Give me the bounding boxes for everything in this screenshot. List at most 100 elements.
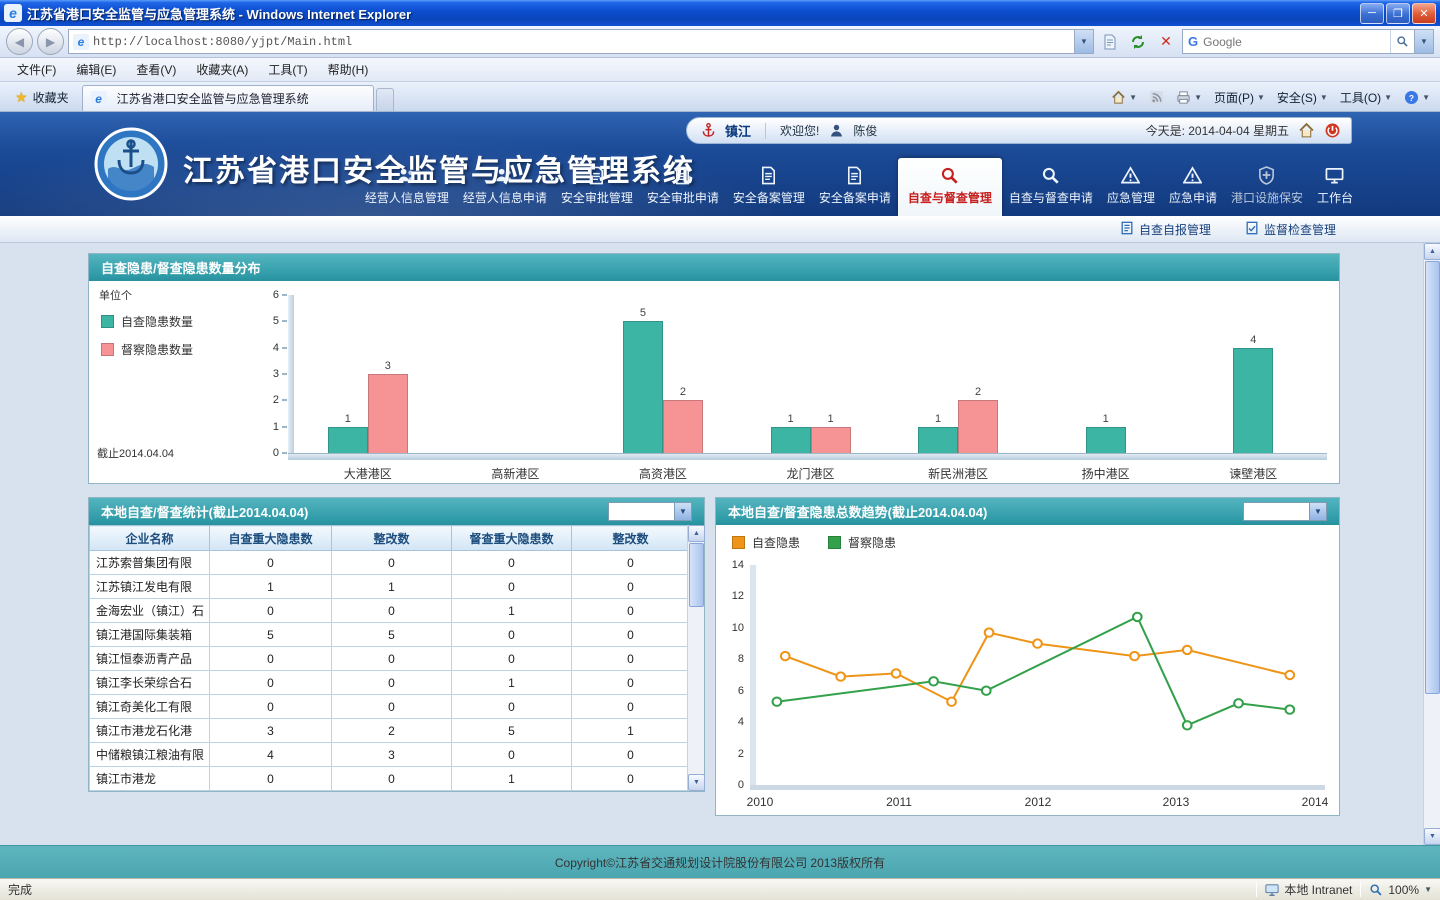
menubar-item-2[interactable]: 编辑(E) — [67, 58, 125, 81]
table-row[interactable]: 镇江恒泰沥青产品0000 — [90, 647, 690, 671]
table-cell: 0 — [452, 575, 572, 599]
magnifier-icon — [1041, 166, 1060, 185]
data-point-marker — [1285, 671, 1294, 679]
favorites-button[interactable]: ★ 收藏夹 — [6, 84, 78, 111]
content-area: 自查隐患/督查隐患数量分布 单位个 自查隐患数量督察隐患数量 截止2014.04… — [0, 243, 1440, 845]
scroll-up-button[interactable]: ▲ — [1424, 243, 1440, 260]
nav-item-2[interactable]: 经营人信息申请 — [456, 160, 554, 216]
search-magnifier-icon[interactable] — [1390, 30, 1414, 53]
trend-filter-dropdown[interactable]: ▼ — [1243, 502, 1327, 521]
menubar-item-4[interactable]: 收藏夹(A) — [187, 58, 257, 81]
nav-item-4[interactable]: 安全审批申请 — [640, 160, 726, 216]
table-row[interactable]: 金海宏业（镇江）石0010 — [90, 599, 690, 623]
chevron-down-icon: ▼ — [1129, 93, 1137, 102]
date-label: 今天是: — [1146, 124, 1185, 138]
table-row[interactable]: 中储粮镇江粮油有限4300 — [90, 743, 690, 767]
refresh-button[interactable] — [1126, 30, 1150, 54]
table-cell: 江苏索普集团有限 — [90, 551, 210, 575]
nav-item-9[interactable]: 应急管理 — [1100, 160, 1162, 216]
forward-button[interactable]: ▶ — [37, 28, 64, 55]
titlebar: e 江苏省港口安全监管与应急管理系统 - Windows Internet Ex… — [0, 0, 1440, 26]
table-filter-dropdown[interactable]: ▼ — [608, 502, 692, 521]
scrollbar-thumb[interactable] — [1425, 261, 1440, 694]
zoom-control[interactable]: 100% ▼ — [1369, 883, 1432, 897]
feed-icon[interactable] — [1149, 90, 1164, 105]
tools-menu[interactable]: 工具(O) ▼ — [1340, 89, 1392, 106]
chevron-down-icon: ▼ — [1257, 93, 1265, 102]
data-point-marker — [985, 628, 994, 636]
menubar-item-5[interactable]: 工具(T) — [259, 58, 316, 81]
minimize-button[interactable]: ─ — [1360, 3, 1384, 24]
menubar-item-6[interactable]: 帮助(H) — [319, 58, 378, 81]
scrollbar-thumb[interactable] — [689, 543, 704, 607]
table-cell: 镇江李长荣综合石 — [90, 671, 210, 695]
document-icon — [759, 166, 778, 185]
nav-item-3[interactable]: 安全审批管理 — [554, 160, 640, 216]
divider — [765, 123, 766, 139]
new-tab-button[interactable] — [376, 88, 394, 111]
print-button[interactable]: ▼ — [1176, 90, 1202, 105]
table-row[interactable]: 江苏镇江发电有限1100 — [90, 575, 690, 599]
nav-item-10[interactable]: 应急申请 — [1162, 160, 1224, 216]
table-column-header: 企业名称 — [90, 526, 210, 551]
page-scrollbar[interactable]: ▲ ▼ — [1423, 243, 1440, 845]
maximize-button[interactable]: ❐ — [1386, 3, 1410, 24]
logout-icon[interactable] — [1323, 122, 1341, 140]
table-scrollbar[interactable]: ▲ ▼ — [687, 525, 704, 791]
home-shortcut-icon[interactable] — [1297, 122, 1315, 140]
table-cell: 4 — [210, 743, 332, 767]
menubar-item-1[interactable]: 文件(F) — [8, 58, 65, 81]
scroll-up-button[interactable]: ▲ — [688, 525, 705, 542]
user-icon — [827, 122, 845, 140]
legend-swatch — [732, 536, 745, 549]
stop-button[interactable]: ✕ — [1154, 30, 1178, 54]
safety-menu[interactable]: 安全(S) ▼ — [1277, 89, 1328, 106]
home-button[interactable]: ▼ — [1111, 90, 1137, 105]
table-row[interactable]: 镇江港国际集装箱5500 — [90, 623, 690, 647]
bar-chart-area: 单位个 自查隐患数量督察隐患数量 截止2014.04.04 0123456 13… — [89, 281, 1339, 483]
table-cell: 镇江港国际集装箱 — [90, 623, 210, 647]
close-button[interactable]: ✕ — [1412, 3, 1436, 24]
nav-item-5[interactable]: 安全备案管理 — [726, 160, 812, 216]
table-row[interactable]: 江苏索普集团有限0000 — [90, 551, 690, 575]
table-row[interactable]: 镇江奇美化工有限0000 — [90, 695, 690, 719]
subnav-item-2[interactable]: 监督检查管理 — [1245, 221, 1336, 238]
search-input[interactable] — [1203, 35, 1390, 49]
browser-tab[interactable]: e 江苏省港口安全监管与应急管理系统 — [82, 85, 374, 111]
inspection-bar: 1 — [811, 427, 851, 453]
bar-group: 4 — [1179, 295, 1327, 453]
scroll-down-button[interactable]: ▼ — [688, 774, 705, 791]
nav-item-6[interactable]: 安全备案申请 — [812, 160, 898, 216]
table-row[interactable]: 镇江李长荣综合石0010 — [90, 671, 690, 695]
self-check-bar: 5 — [623, 321, 663, 453]
compatibility-view-icon[interactable] — [1098, 30, 1122, 54]
nav-item-12[interactable]: 工作台 — [1310, 160, 1360, 216]
bar-value-label: 4 — [1234, 334, 1272, 346]
bar-chart-panel: 自查隐患/督查隐患数量分布 单位个 自查隐患数量督察隐患数量 截止2014.04… — [88, 253, 1340, 484]
chevron-down-icon: ▼ — [1309, 503, 1326, 520]
table-cell: 0 — [572, 551, 690, 575]
table-row[interactable]: 镇江市港龙0010 — [90, 767, 690, 791]
table-row[interactable]: 镇江市港龙石化港3251 — [90, 719, 690, 743]
trend-chart-plot — [750, 559, 1325, 791]
legend-label: 自查隐患数量 — [121, 313, 193, 330]
nav-item-8[interactable]: 自查与督查申请 — [1002, 160, 1100, 216]
search-box[interactable]: G ▼ — [1182, 29, 1434, 54]
help-menu[interactable]: ? ▼ — [1404, 90, 1430, 105]
page-menu[interactable]: 页面(P) ▼ — [1214, 89, 1265, 106]
nav-item-label: 应急管理 — [1107, 189, 1155, 206]
search-dropdown-icon[interactable]: ▼ — [1414, 30, 1433, 53]
table-cell: 1 — [210, 575, 332, 599]
nav-item-1[interactable]: 经营人信息管理 — [358, 160, 456, 216]
back-button[interactable]: ◀ — [6, 28, 33, 55]
nav-item-7[interactable]: 自查与督查管理 — [898, 158, 1002, 216]
address-dropdown-icon[interactable]: ▼ — [1074, 30, 1093, 53]
scroll-down-button[interactable]: ▼ — [1424, 828, 1440, 845]
address-input[interactable] — [93, 35, 1074, 49]
subnav-item-1[interactable]: 自查自报管理 — [1120, 221, 1211, 238]
menubar-item-3[interactable]: 查看(V) — [127, 58, 185, 81]
app-logo-icon — [94, 127, 168, 201]
address-field[interactable]: e ▼ — [68, 29, 1094, 54]
nav-item-11[interactable]: 港口设施保安 — [1224, 160, 1310, 216]
data-point-marker — [1285, 705, 1294, 713]
